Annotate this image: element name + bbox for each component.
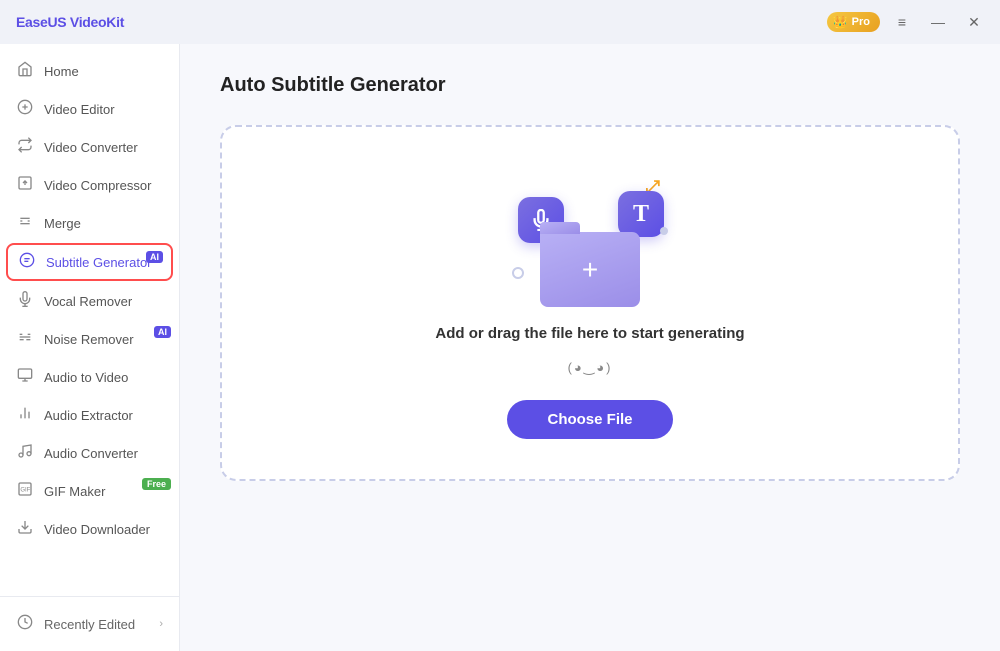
t-card: T xyxy=(618,191,664,237)
gif-free-badge: Free xyxy=(142,478,171,490)
sidebar-item-video-editor[interactable]: Video Editor xyxy=(0,90,179,128)
sidebar-item-video-downloader[interactable]: Video Downloader xyxy=(0,510,179,548)
chevron-right-icon: › xyxy=(159,618,163,630)
audio-to-video-icon xyxy=(16,367,34,387)
sidebar-item-audio-converter-label: Audio Converter xyxy=(44,446,163,461)
sidebar-item-home[interactable]: Home xyxy=(0,52,179,90)
vocal-remover-icon xyxy=(16,291,34,311)
sidebar-item-subtitle-generator-label: Subtitle Generator xyxy=(46,255,161,270)
video-editor-icon xyxy=(16,99,34,119)
crown-icon: 👑 xyxy=(833,15,848,29)
sidebar-item-vocal-remover[interactable]: Vocal Remover xyxy=(0,282,179,320)
dot-decoration xyxy=(660,227,668,235)
audio-extractor-icon xyxy=(16,405,34,425)
noise-ai-badge: AI xyxy=(154,326,171,338)
sidebar-item-video-editor-label: Video Editor xyxy=(44,102,163,117)
folder-tab xyxy=(540,222,580,234)
app-logo: EaseUS VideoKit xyxy=(16,14,124,30)
sidebar-item-merge[interactable]: Merge xyxy=(0,204,179,242)
drop-zone[interactable]: ⤢ → T xyxy=(220,125,960,481)
svg-text:GIF: GIF xyxy=(20,488,30,494)
app-logo-area: EaseUS VideoKit xyxy=(0,14,124,30)
minimize-button[interactable]: — xyxy=(924,8,952,36)
sidebar-bottom: Recently Edited › xyxy=(0,596,179,643)
sidebar-item-home-label: Home xyxy=(44,64,163,79)
recently-edited-icon xyxy=(16,614,34,634)
sidebar-item-subtitle-generator[interactable]: Subtitle Generator AI xyxy=(6,243,173,281)
video-downloader-icon xyxy=(16,519,34,539)
subtitle-ai-badge: AI xyxy=(146,251,163,263)
sidebar: Home Video Editor Video Converter Video … xyxy=(0,44,180,651)
sidebar-item-noise-remover-label: Noise Remover xyxy=(44,332,163,347)
video-converter-icon xyxy=(16,137,34,157)
drop-zone-emoji: (◕‿◕) xyxy=(568,360,613,376)
sidebar-item-recently-edited[interactable]: Recently Edited › xyxy=(0,605,179,643)
title-bar: EaseUS VideoKit 👑 Pro ≡ — ✕ xyxy=(0,0,1000,44)
sidebar-item-vocal-remover-label: Vocal Remover xyxy=(44,294,163,309)
sidebar-item-noise-remover[interactable]: Noise Remover AI xyxy=(0,320,179,358)
home-icon xyxy=(16,61,34,81)
main-layout: Home Video Editor Video Converter Video … xyxy=(0,44,1000,651)
drop-zone-text: Add or drag the file here to start gener… xyxy=(435,325,744,342)
merge-icon xyxy=(16,213,34,233)
illustration: ⤢ → T xyxy=(510,177,670,307)
close-button[interactable]: ✕ xyxy=(960,8,988,36)
gif-maker-icon: GIF xyxy=(16,481,34,501)
folder-shape: + xyxy=(540,232,640,307)
sidebar-item-gif-maker[interactable]: GIF GIF Maker Free xyxy=(0,472,179,510)
sidebar-item-video-compressor-label: Video Compressor xyxy=(44,178,163,193)
sidebar-item-recently-edited-label: Recently Edited xyxy=(44,617,149,632)
sidebar-item-audio-extractor[interactable]: Audio Extractor xyxy=(0,396,179,434)
choose-file-button[interactable]: Choose File xyxy=(507,400,672,439)
sidebar-item-audio-converter[interactable]: Audio Converter xyxy=(0,434,179,472)
page-title: Auto Subtitle Generator xyxy=(220,74,960,97)
menu-button[interactable]: ≡ xyxy=(888,8,916,36)
plus-icon: + xyxy=(582,256,598,284)
video-compressor-icon xyxy=(16,175,34,195)
sidebar-item-video-converter[interactable]: Video Converter xyxy=(0,128,179,166)
sidebar-item-audio-extractor-label: Audio Extractor xyxy=(44,408,163,423)
circle-decoration xyxy=(512,267,524,279)
subtitle-generator-icon xyxy=(18,252,36,272)
content-area: Auto Subtitle Generator ⤢ → xyxy=(180,44,1000,651)
sidebar-item-video-compressor[interactable]: Video Compressor xyxy=(0,166,179,204)
window-controls: 👑 Pro ≡ — ✕ xyxy=(827,8,988,36)
sidebar-item-video-converter-label: Video Converter xyxy=(44,140,163,155)
sidebar-item-merge-label: Merge xyxy=(44,216,163,231)
noise-remover-icon xyxy=(16,329,34,349)
sidebar-item-video-downloader-label: Video Downloader xyxy=(44,522,163,537)
sidebar-item-audio-to-video-label: Audio to Video xyxy=(44,370,163,385)
pro-badge[interactable]: 👑 Pro xyxy=(827,12,880,32)
sidebar-item-audio-to-video[interactable]: Audio to Video xyxy=(0,358,179,396)
audio-converter-icon xyxy=(16,443,34,463)
